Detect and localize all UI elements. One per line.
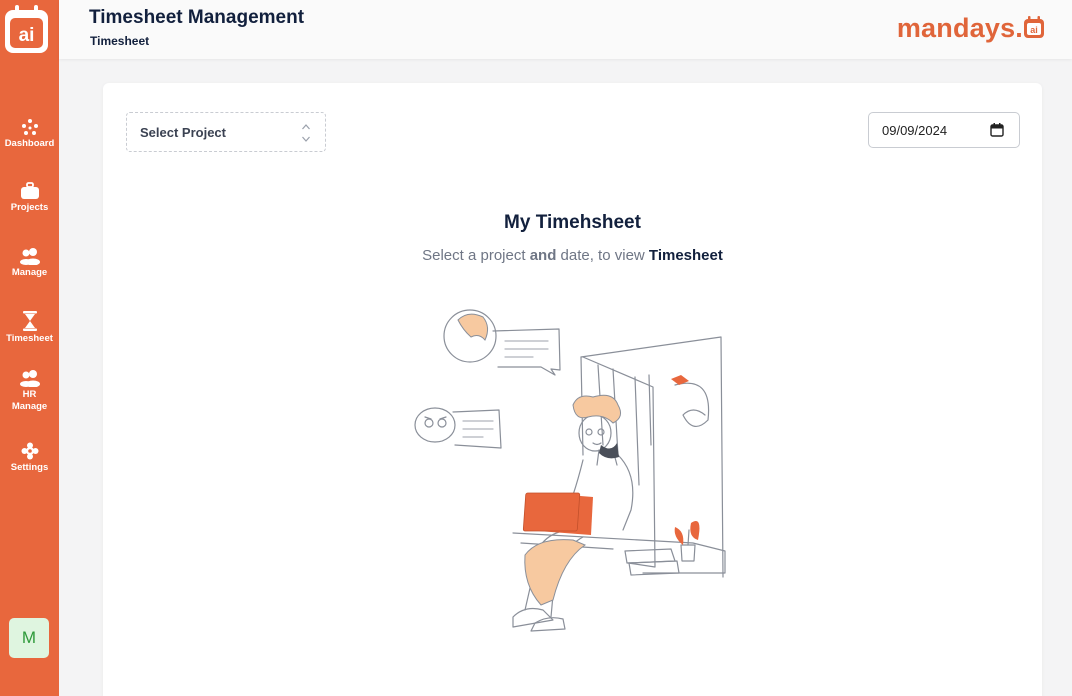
date-input[interactable]: 09/09/2024 — [868, 112, 1020, 148]
sidebar-item-manage[interactable]: Manage — [0, 247, 59, 279]
hr-users-icon — [19, 370, 40, 387]
briefcase-icon — [20, 182, 39, 199]
brand-name: mandays. — [896, 13, 1023, 43]
sidebar-item-projects[interactable]: Projects — [0, 182, 59, 214]
chevron-updown-icon — [302, 124, 310, 142]
breadcrumb: Timesheet — [90, 34, 150, 48]
sidebar-item-label: HR Manage — [11, 389, 48, 412]
hourglass-icon — [22, 311, 37, 331]
sidebar-item-label: Timesheet — [6, 333, 53, 344]
calendar-badge-icon: ai — [1024, 15, 1044, 38]
date-input-value: 09/09/2024 — [882, 123, 948, 138]
top-header: Timesheet Management Timesheet mandays. … — [59, 0, 1072, 59]
dashboard-icon — [21, 119, 38, 135]
sidebar-item-label: Projects — [10, 202, 49, 213]
sidebar-item-settings[interactable]: Settings — [0, 442, 59, 474]
sidebar-item-timesheet[interactable]: Timesheet — [0, 311, 59, 345]
empty-state-illustration — [414, 309, 726, 632]
users-icon — [19, 248, 40, 265]
sidebar-item-dashboard[interactable]: Dashboard — [0, 118, 59, 150]
svg-text:ai: ai — [19, 25, 35, 46]
sidebar: ai Dashboard Projects Manage Timesheet H… — [0, 0, 59, 696]
sidebar-item-label: Manage — [11, 267, 48, 278]
brand-logo: mandays. ai — [897, 13, 1044, 44]
gear-icon — [21, 442, 38, 460]
project-select[interactable]: Select Project — [126, 112, 326, 152]
empty-state-hint: Select a project and date, to view Times… — [422, 247, 723, 264]
sidebar-item-hr-manage[interactable]: HR Manage — [0, 369, 59, 413]
timesheet-card: Select Project 09/09/2024 My Timehsheet … — [103, 83, 1042, 696]
svg-text:ai: ai — [1030, 25, 1038, 35]
avatar[interactable]: M — [9, 618, 49, 658]
section-heading: My Timehsheet — [504, 212, 641, 233]
sidebar-item-label: Settings — [10, 462, 49, 473]
sidebar-item-label: Dashboard — [4, 138, 55, 149]
page-title: Timesheet Management — [89, 7, 305, 28]
project-select-value: Select Project — [140, 125, 226, 140]
calendar-icon[interactable] — [990, 123, 1004, 137]
app-logo[interactable]: ai — [5, 5, 48, 53]
